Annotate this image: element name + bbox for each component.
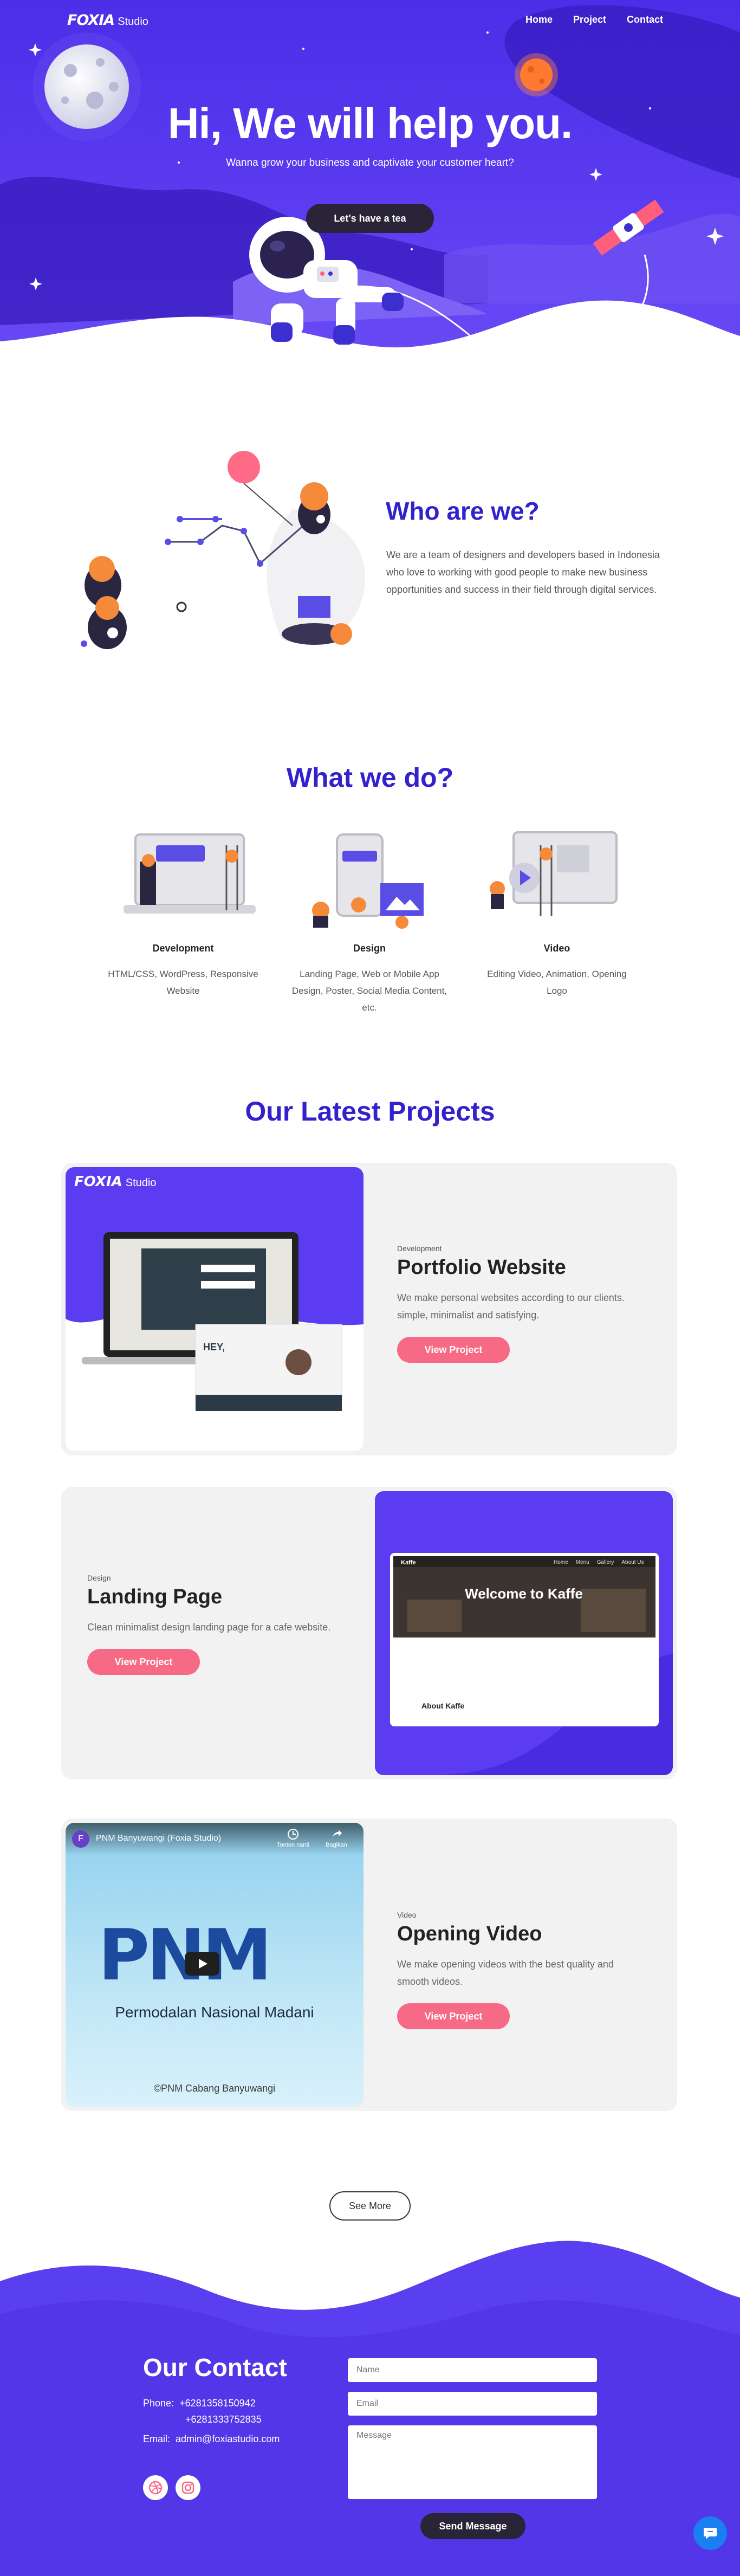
instagram-link[interactable] <box>176 2475 200 2500</box>
watch-later-label: Tonton nanti <box>277 1842 309 1848</box>
hero-section: Hi, We will help you. Wanna grow your bu… <box>0 0 740 379</box>
project-info-landing: Design Landing Page Clean minimalist des… <box>87 1574 336 1675</box>
project-desc: We make personal websites according to o… <box>397 1292 625 1321</box>
hero-illustration <box>0 5 740 379</box>
service-development-title: Development <box>152 943 214 954</box>
service-design-title: Design <box>353 943 386 954</box>
contact-section: Our Contact Phone: +6281358150942 +628133… <box>0 2232 740 2576</box>
top-nav: FOXIA Studio Home Project Contact <box>0 0 740 39</box>
project-category: Video <box>397 1911 417 1919</box>
hero-cta-button[interactable]: Let's have a tea <box>306 204 434 233</box>
project-desc: We make opening videos with the best qua… <box>397 1959 614 1987</box>
thumb-menu-item: Gallery <box>596 1559 614 1565</box>
phone-1[interactable]: +6281358150942 <box>179 2395 256 2411</box>
thumb-menu-item: Menu <box>575 1559 589 1565</box>
project-card-landing: Design Landing Page Clean minimalist des… <box>61 1487 677 1779</box>
nav-contact-link[interactable]: Contact <box>627 14 663 25</box>
watch-later-button[interactable]: Tonton nanti <box>277 1828 309 1848</box>
play-button[interactable] <box>185 1952 219 1976</box>
email-input[interactable] <box>348 2392 597 2416</box>
site-logo[interactable]: FOXIA Studio <box>67 12 148 29</box>
project-info-portfolio: Development Portfolio Website We make pe… <box>397 1244 646 1363</box>
thumb-brand: Kaffe <box>401 1559 416 1566</box>
about-text: We are a team of designers and developer… <box>386 549 660 595</box>
development-illustration <box>124 833 256 914</box>
project-card-portfolio: FOXIA Studio HEY, Development Portfolio … <box>61 1163 677 1455</box>
project-title: Portfolio Website <box>397 1256 566 1279</box>
channel-avatar[interactable]: F <box>72 1830 89 1848</box>
video-illustration <box>490 831 618 916</box>
about-section: Who are we? We are a team of designers a… <box>0 423 740 704</box>
video-title[interactable]: PNM Banyuwangi (Foxia Studio) <box>96 1834 221 1843</box>
hero-subtitle: Wanna grow your business and captivate y… <box>226 157 514 169</box>
project-title: Opening Video <box>397 1923 542 1945</box>
project-category: Design <box>87 1574 111 1582</box>
services-title: What we do? <box>286 762 454 793</box>
hero-title: Hi, We will help you. <box>167 99 573 147</box>
dribbble-icon <box>148 2481 163 2495</box>
project-title: Landing Page <box>87 1585 223 1608</box>
pnm-brand: PNM <box>98 1914 272 1996</box>
nav-menu: Home Project Contact <box>525 14 663 25</box>
instagram-icon <box>181 2481 194 2494</box>
send-message-button[interactable]: Send Message <box>420 2513 525 2539</box>
project-card-video: F PNM Banyuwangi (Foxia Studio) Tonton n… <box>61 1818 677 2111</box>
thumb-about: About Kaffe <box>421 1701 465 1710</box>
play-icon <box>199 1959 207 1969</box>
service-video-desc: Editing Video, Animation, Opening Logo <box>487 969 627 996</box>
email-label: Email: <box>143 2433 171 2444</box>
thumb-headline: Welcome to Kaffe <box>465 1585 583 1602</box>
thumb-laptop-heading: HEY, <box>203 1342 225 1352</box>
thumb-menu-item: Home <box>554 1559 568 1565</box>
share-label: Bagikan <box>326 1842 347 1848</box>
phone-2[interactable]: +6281333752835 <box>185 2411 262 2428</box>
share-button[interactable]: Bagikan <box>320 1828 353 1848</box>
phone-label: Phone: <box>143 2398 174 2409</box>
service-design: Design Landing Page, Web or Mobile App D… <box>288 824 451 1013</box>
logo-sub-text: Studio <box>118 16 148 28</box>
view-project-button[interactable]: View Project <box>397 2003 510 2029</box>
thumb-logo: FOXIA Studio <box>74 1174 157 1190</box>
dribbble-link[interactable] <box>143 2475 168 2500</box>
contact-info: Phone: +6281358150942 +6281333752835 Emai… <box>143 2395 280 2447</box>
design-illustration <box>312 833 424 929</box>
pnm-tagline: Permodalan Nasional Madani <box>115 2004 314 2021</box>
project-thumb-video[interactable]: F PNM Banyuwangi (Foxia Studio) Tonton n… <box>66 1823 363 2107</box>
nav-home-link[interactable]: Home <box>525 14 553 25</box>
thumb-logo-main: FOXIA <box>74 1174 122 1190</box>
project-info-video: Video Opening Video We make opening vide… <box>397 1911 646 2029</box>
service-design-desc: Landing Page, Web or Mobile App Design, … <box>291 969 447 1013</box>
service-video-title: Video <box>543 943 570 954</box>
about-illustration <box>81 451 365 649</box>
project-category: Development <box>397 1244 442 1253</box>
project-desc: Clean minimalist design landing page for… <box>87 1622 331 1633</box>
project-thumb-landing[interactable]: Kaffe Home Menu Gallery About Us Welcome… <box>375 1491 673 1775</box>
chat-icon <box>704 2528 717 2539</box>
pnm-credit: ©PNM Cabang Banyuwangi <box>153 2083 276 2094</box>
projects-title: Our Latest Projects <box>245 1096 495 1127</box>
share-icon <box>333 1830 342 1837</box>
name-input[interactable] <box>348 2358 597 2382</box>
about-title: Who are we? <box>386 497 540 525</box>
thumb-menu: Home Menu Gallery About Us <box>554 1559 644 1565</box>
logo-main-text: FOXIA <box>67 12 115 29</box>
view-project-button[interactable]: View Project <box>87 1649 200 1675</box>
thumb-logo-sub: Studio <box>125 1177 157 1189</box>
service-development: Development HTML/CSS, WordPress, Respons… <box>102 824 264 996</box>
see-more-button[interactable]: See More <box>329 2191 411 2221</box>
thumb-menu-item: About Us <box>621 1559 644 1565</box>
services-section: What we do? Development HTML/CSS, WordPr… <box>0 742 740 1035</box>
contact-title: Our Contact <box>143 2353 287 2381</box>
chat-widget-button[interactable] <box>693 2516 727 2550</box>
service-video: Video Editing Video, Animation, Opening … <box>476 824 638 996</box>
view-project-button[interactable]: View Project <box>397 1337 510 1363</box>
nav-project-link[interactable]: Project <box>573 14 606 25</box>
service-development-desc: HTML/CSS, WordPress, Responsive Website <box>108 969 258 996</box>
project-thumb-portfolio[interactable]: FOXIA Studio HEY, <box>66 1167 363 1451</box>
message-input[interactable] <box>348 2425 597 2499</box>
email-address[interactable]: admin@foxiastudio.com <box>176 2431 280 2447</box>
clock-icon <box>288 1829 298 1840</box>
